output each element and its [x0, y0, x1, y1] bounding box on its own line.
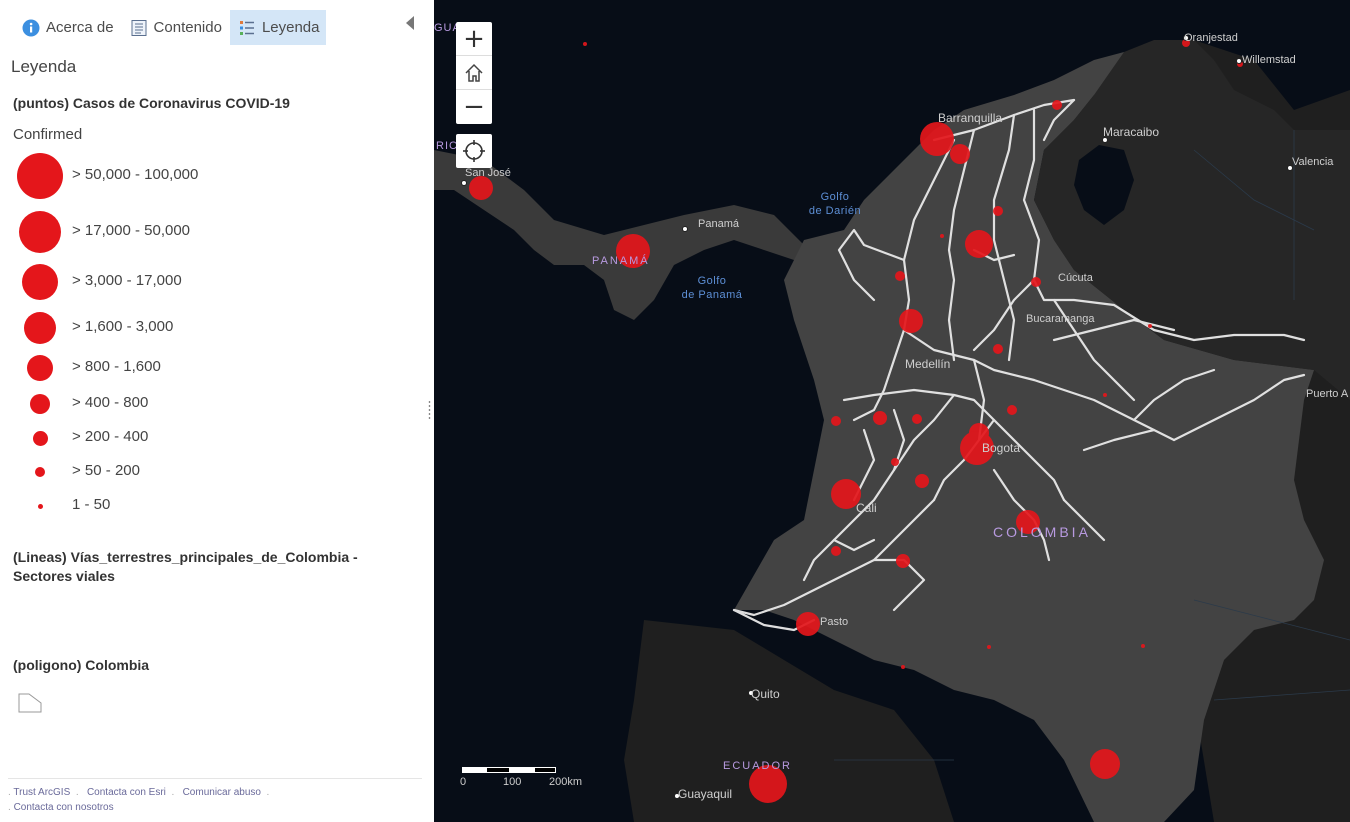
- legend-class-row: 1 - 50: [0, 486, 400, 526]
- city-label-barranquilla: Barranquilla: [938, 111, 1003, 125]
- city-label-quito: Quito: [751, 687, 780, 701]
- lines-layer-title: (Lineas) Vías_terrestres_principales_de_…: [13, 549, 358, 584]
- legend-class-label: > 200 - 400: [72, 428, 149, 445]
- legend-class-row: > 1,600 - 3,000: [0, 308, 400, 348]
- legend-circle-symbol: [27, 355, 53, 381]
- scale-label-100: 100: [503, 776, 522, 788]
- city-dot: [461, 180, 467, 186]
- panel-splitter[interactable]: [427, 0, 433, 822]
- legend-icon: [238, 19, 256, 37]
- zoom-controls: + −: [456, 22, 492, 124]
- tab-about-label: Acerca de: [46, 19, 114, 36]
- legend-class-label: > 50,000 - 100,000: [72, 166, 199, 183]
- polygon-layer-title: (poligono) Colombia: [13, 657, 150, 673]
- city-label-willemstad: Willemstad: [1242, 54, 1296, 66]
- panel-tabs: Acerca de Contenido Leyenda: [14, 10, 326, 45]
- sea-label-golfo-darien: Golfo de Darién: [808, 191, 862, 217]
- tab-content[interactable]: Contenido: [122, 10, 228, 45]
- legend-circle-symbol: [35, 467, 45, 477]
- home-button[interactable]: [456, 56, 492, 90]
- zoom-in-button[interactable]: +: [456, 22, 492, 56]
- legend-class-label: > 1,600 - 3,000: [72, 318, 174, 335]
- tab-content-label: Contenido: [153, 19, 222, 36]
- city-dot: [682, 226, 688, 232]
- collapse-panel-icon[interactable]: [406, 16, 414, 30]
- legend-class-label: > 17,000 - 50,000: [72, 222, 191, 239]
- legend-circle-symbol: [32, 430, 48, 446]
- legend-circle-symbol: [22, 264, 58, 300]
- sea-label-golfo-panama: Golfo de Panamá: [681, 275, 743, 301]
- city-label-maracaibo: Maracaibo: [1103, 125, 1160, 139]
- legend-circle-symbol: [30, 394, 50, 414]
- country-label-panama: PANAMÁ: [592, 255, 650, 267]
- locate-icon: [463, 140, 485, 162]
- legend-class-row: > 50,000 - 100,000: [0, 153, 400, 199]
- home-icon: [465, 63, 483, 82]
- splitter-grip-icon: [428, 400, 431, 420]
- legend-class-label: > 3,000 - 17,000: [72, 272, 182, 289]
- city-label-cali: Cali: [856, 501, 877, 515]
- footer-link-contact-esri[interactable]: Contacta con Esri: [87, 787, 166, 798]
- country-label-ric: RIC: [436, 140, 458, 152]
- legend-class-row: > 3,000 - 17,000: [0, 262, 400, 302]
- footer-link-contact-us[interactable]: Contacta con nosotros: [14, 802, 114, 813]
- country-label-colombia: COLOMBIA: [993, 524, 1091, 540]
- footer: . Trust ArcGIS . Contacta con Esri . Com…: [8, 778, 422, 813]
- legend-circle-symbol: [17, 153, 63, 199]
- legend-class-label: > 800 - 1,600: [72, 358, 161, 375]
- panel-title: Leyenda: [11, 57, 77, 76]
- content-icon: [130, 19, 148, 37]
- scale-label-0: 0: [460, 776, 467, 788]
- map-view[interactable]: [434, 0, 1350, 822]
- city-label-oranjestad: Oranjestad: [1184, 32, 1238, 44]
- tab-legend[interactable]: Leyenda: [229, 10, 326, 45]
- city-label-san-jose: San José: [465, 167, 511, 179]
- city-label-cucuta: Cúcuta: [1058, 272, 1093, 284]
- legend-class-label: > 50 - 200: [72, 462, 140, 479]
- scale-label-200km: 200km: [549, 776, 583, 788]
- legend-circle-symbol: [19, 211, 61, 253]
- city-label-puerto-a: Puerto A: [1306, 388, 1349, 400]
- legend-class-label: 1 - 50: [72, 496, 111, 513]
- legend-field-name: Confirmed: [13, 126, 83, 143]
- city-label-panama: Panamá: [698, 218, 739, 230]
- tab-legend-label: Leyenda: [261, 19, 320, 36]
- city-label-bogota: Bogota: [982, 441, 1021, 455]
- basemap: [434, 39, 1350, 822]
- country-label-ecuador: ECUADOR: [723, 760, 793, 772]
- locate-button[interactable]: [456, 134, 492, 168]
- legend-class-row: > 800 - 1,600: [0, 348, 400, 388]
- polygon-symbol-icon: [18, 693, 42, 713]
- city-label-guayaquil: Guayaquil: [678, 787, 733, 801]
- points-layer-title: (puntos) Casos de Coronavirus COVID-19: [13, 95, 290, 111]
- legend-circle-symbol: [24, 312, 56, 344]
- city-label-valencia: Valencia: [1292, 156, 1334, 168]
- footer-link-report-abuse[interactable]: Comunicar abuso: [183, 787, 261, 798]
- footer-link-trust[interactable]: Trust ArcGIS: [13, 787, 70, 798]
- info-icon: [22, 19, 40, 37]
- side-panel: Acerca de Contenido Leyenda Leyenda (pun…: [0, 0, 428, 822]
- legend-class-row: > 17,000 - 50,000: [0, 211, 400, 253]
- city-label-medellin: Medellín: [905, 357, 951, 371]
- city-label-pasto: Pasto: [820, 616, 849, 628]
- legend-class-label: > 400 - 800: [72, 394, 149, 411]
- city-label-bucaramanga: Bucaramanga: [1026, 313, 1095, 325]
- legend-circle-symbol: [37, 503, 43, 509]
- tab-about[interactable]: Acerca de: [14, 10, 120, 45]
- zoom-out-button[interactable]: −: [456, 90, 492, 124]
